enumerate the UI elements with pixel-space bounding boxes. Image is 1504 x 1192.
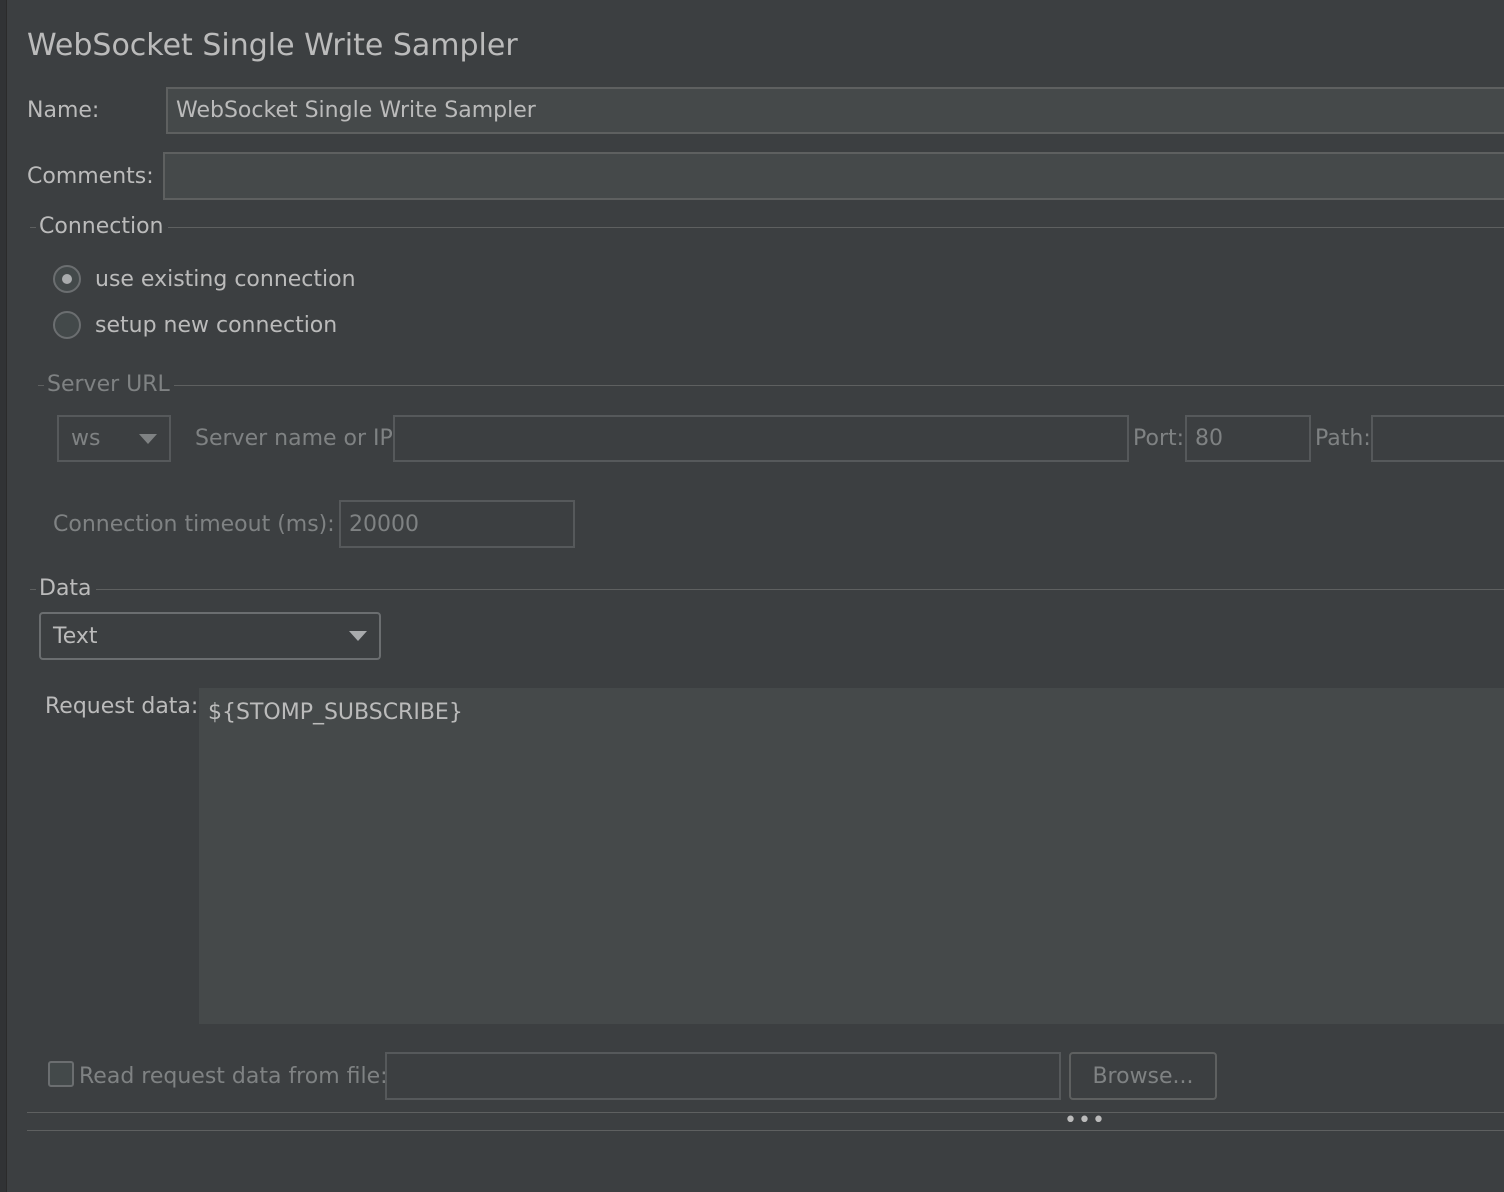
comments-field[interactable] bbox=[163, 152, 1504, 200]
server-url-group-title: Server URL bbox=[45, 372, 174, 397]
request-data-textarea[interactable]: ${STOMP_SUBSCRIBE} bbox=[199, 688, 1504, 1024]
protocol-select-value: ws bbox=[71, 426, 101, 451]
radio-setup-new[interactable]: setup new connection bbox=[53, 311, 337, 339]
request-data-label: Request data: bbox=[45, 694, 199, 719]
radio-selected-dot bbox=[62, 274, 72, 284]
port-field[interactable]: 80 bbox=[1185, 415, 1311, 462]
connection-timeout-field-value: 20000 bbox=[349, 511, 419, 537]
protocol-select[interactable]: ws bbox=[57, 415, 171, 462]
page-title: WebSocket Single Write Sampler bbox=[27, 28, 518, 63]
server-url-group-line bbox=[165, 385, 1504, 386]
splitter-bottom-line bbox=[27, 1130, 1504, 1131]
browse-button[interactable]: Browse... bbox=[1069, 1052, 1217, 1100]
request-file-field[interactable] bbox=[385, 1052, 1061, 1100]
read-from-file-checkbox[interactable] bbox=[48, 1061, 74, 1087]
data-group-border bbox=[30, 589, 36, 590]
port-label: Port: bbox=[1133, 426, 1185, 451]
radio-setup-new-label: setup new connection bbox=[95, 312, 338, 338]
radio-use-existing-indicator[interactable] bbox=[53, 265, 81, 293]
server-name-field[interactable] bbox=[393, 415, 1129, 462]
comments-label: Comments: bbox=[27, 164, 154, 189]
path-field[interactable] bbox=[1371, 415, 1504, 462]
radio-use-existing-label: use existing connection bbox=[95, 266, 356, 292]
splitter-handle-icon[interactable]: ••• bbox=[1064, 1108, 1106, 1133]
read-from-file-label: Read request data from file: bbox=[79, 1064, 388, 1089]
connection-group-border bbox=[30, 227, 36, 228]
connection-timeout-field[interactable]: 20000 bbox=[339, 500, 575, 548]
port-field-value: 80 bbox=[1195, 426, 1223, 451]
data-group-line bbox=[95, 589, 1504, 590]
request-data-value: ${STOMP_SUBSCRIBE} bbox=[208, 700, 463, 725]
chevron-down-icon bbox=[139, 433, 157, 444]
data-type-select-value: Text bbox=[53, 623, 98, 649]
name-field[interactable]: WebSocket Single Write Sampler bbox=[166, 87, 1504, 134]
chevron-down-icon bbox=[349, 631, 367, 641]
server-name-label: Server name or IP: bbox=[195, 426, 401, 451]
name-field-value: WebSocket Single Write Sampler bbox=[176, 98, 536, 123]
radio-use-existing[interactable]: use existing connection bbox=[53, 265, 356, 293]
server-url-group-border bbox=[38, 385, 44, 386]
splitter-top-line bbox=[27, 1112, 1504, 1113]
data-group-title: Data bbox=[37, 576, 96, 601]
radio-setup-new-indicator[interactable] bbox=[53, 311, 81, 339]
connection-timeout-label: Connection timeout (ms): bbox=[53, 512, 335, 537]
connection-group-title: Connection bbox=[37, 214, 168, 239]
left-panel-border bbox=[0, 0, 7, 1192]
data-type-select[interactable]: Text bbox=[39, 612, 381, 660]
path-label: Path: bbox=[1315, 426, 1371, 451]
connection-group-line bbox=[168, 227, 1504, 228]
name-label: Name: bbox=[27, 98, 100, 123]
